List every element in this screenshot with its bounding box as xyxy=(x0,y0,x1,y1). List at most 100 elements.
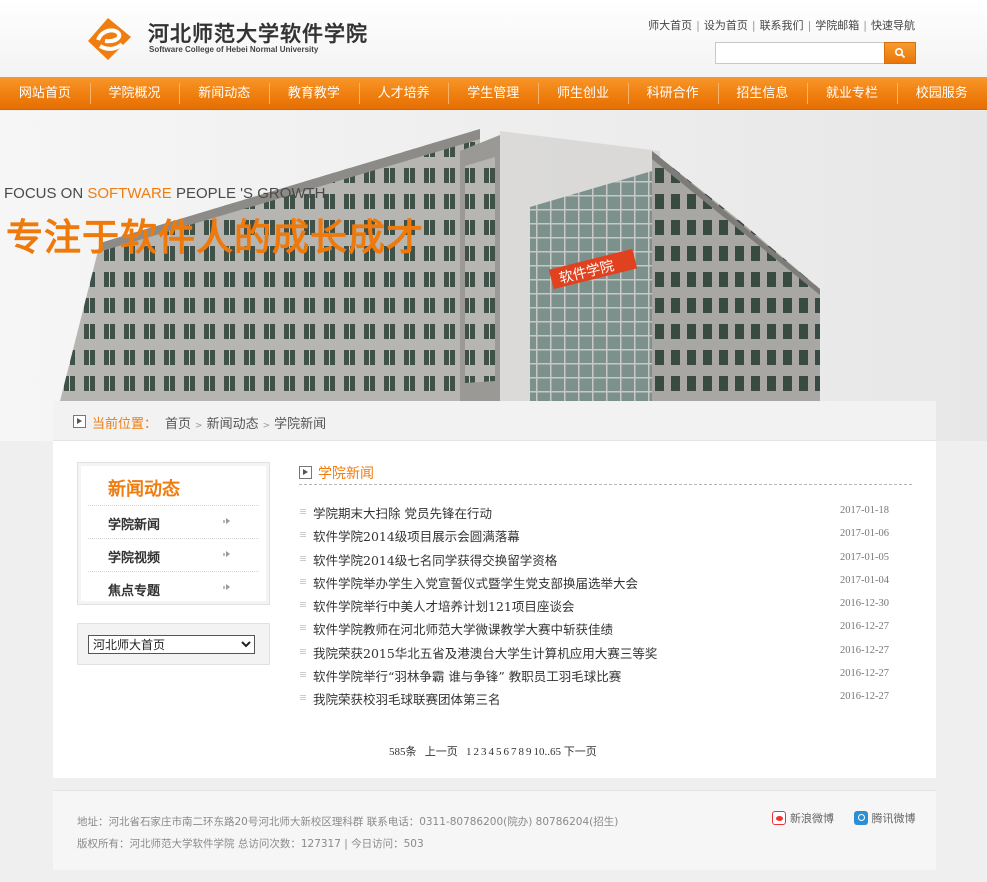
pagination-next[interactable]: 下一页 xyxy=(564,746,597,758)
news-item[interactable]: 软件学院举行中美人才培养计划121项目座谈会 2016-12-30 xyxy=(299,594,912,617)
search-box xyxy=(715,42,885,64)
news-item-title[interactable]: 我院荣获校羽毛球联赛团体第三名 xyxy=(313,689,501,708)
link-select-box: 河北师大首页 xyxy=(77,623,270,665)
nav-item-home[interactable]: 网站首页 xyxy=(0,77,90,110)
site-logo[interactable]: 河北师范大学软件学院 Software College of Hebei Nor… xyxy=(86,12,367,64)
sidebar-menu: 新闻动态 学院新闻 学院视频 焦点专题 xyxy=(77,462,270,605)
nav-item-startup[interactable]: 师生创业 xyxy=(538,77,628,110)
news-item[interactable]: 软件学院2014级项目展示会圆满落幕 2017-01-06 xyxy=(299,524,912,547)
sidebar-item-focus-topics[interactable]: 焦点专题 xyxy=(88,571,259,603)
news-item-title[interactable]: 软件学院举行中美人才培养计划121项目座谈会 xyxy=(313,596,574,615)
pagination-page[interactable]: 3 xyxy=(481,746,487,758)
top-link-school-home[interactable]: 师大首页 xyxy=(648,19,692,32)
news-item-title[interactable]: 学院期末大扫除 党员先锋在行动 xyxy=(313,503,492,522)
main-nav: 网站首页 学院概况 新闻动态 教育教学 人才培养 学生管理 师生创业 科研合作 … xyxy=(0,77,987,110)
breadcrumb-home[interactable]: 首页 xyxy=(165,417,191,432)
news-item-date: 2016-12-27 xyxy=(840,691,889,703)
breadcrumb-separator-icon: > xyxy=(195,421,203,431)
breadcrumb-news[interactable]: 新闻动态 xyxy=(207,417,259,432)
pagination-page[interactable]: 8 xyxy=(519,746,525,758)
chevron-right-icon xyxy=(223,551,233,558)
pagination-page[interactable]: 4 xyxy=(489,746,495,758)
hero-banner: 软件学院 FOCUS ON SOFTWARE PEOPLE 'S GROWTH … xyxy=(0,111,987,441)
news-item[interactable]: 学院期末大扫除 党员先锋在行动 2017-01-18 xyxy=(299,501,912,524)
bullet-icon xyxy=(300,695,306,701)
breadcrumb-separator-icon: > xyxy=(262,421,271,431)
news-item[interactable]: 软件学院举行“羽林争霸 谁与争锋” 教职员工羽毛球比赛 2016-12-27 xyxy=(299,664,912,687)
pagination-prev[interactable]: 上一页 xyxy=(425,746,458,758)
news-item-date: 2017-01-06 xyxy=(840,528,889,540)
news-item-title[interactable]: 软件学院2014级七名同学获得交换留学资格 xyxy=(313,550,557,569)
news-item-date: 2017-01-05 xyxy=(840,551,889,563)
pagination-page[interactable]: 1 xyxy=(466,746,472,758)
breadcrumb-label: 当前位置： xyxy=(92,417,158,432)
nav-item-students[interactable]: 学生管理 xyxy=(448,77,538,110)
chevron-right-icon xyxy=(223,518,233,525)
pagination-page[interactable]: 10 xyxy=(534,746,545,758)
bullet-icon xyxy=(300,648,306,654)
pagination-page[interactable]: 5 xyxy=(496,746,502,758)
sidebar-item-label: 学院新闻 xyxy=(108,518,161,533)
nav-item-training[interactable]: 人才培养 xyxy=(358,77,449,110)
news-item-title[interactable]: 软件学院举行“羽林争霸 谁与争锋” 教职员工羽毛球比赛 xyxy=(313,666,621,685)
nav-item-news[interactable]: 新闻动态 xyxy=(179,77,269,110)
logo-icon xyxy=(88,18,131,60)
news-item[interactable]: 软件学院举办学生入党宣誓仪式暨学生党支部换届选举大会 2017-01-04 xyxy=(299,571,912,594)
footer-social-links: 新浪微博 腾讯微博 xyxy=(772,810,932,826)
news-item[interactable]: 我院荣获校羽毛球联赛团体第三名 2016-12-27 xyxy=(299,687,912,710)
nav-item-admissions[interactable]: 招生信息 xyxy=(717,77,808,110)
news-item-title[interactable]: 我院荣获2015华北五省及港澳台大学生计算机应用大赛三等奖 xyxy=(313,643,657,662)
news-item[interactable]: 软件学院教师在河北师范大学微课教学大赛中斩获佳绩 2016-12-27 xyxy=(299,617,912,640)
search-icon xyxy=(894,47,906,59)
nav-item-teaching[interactable]: 教育教学 xyxy=(269,77,359,110)
site-footer: 地址：河北省石家庄市南二环东路20号河北师大新校区理科群 联系电话：0311-8… xyxy=(53,790,936,870)
nav-item-overview[interactable]: 学院概况 xyxy=(89,77,180,110)
footer-copyright: 版权所有：河北师范大学软件学院 总访问次数：127317 | 今日访问：503 xyxy=(77,838,424,850)
nav-item-employment[interactable]: 就业专栏 xyxy=(807,77,897,110)
nav-item-research[interactable]: 科研合作 xyxy=(627,77,718,110)
news-item-date: 2016-12-30 xyxy=(840,598,889,610)
top-link-mail[interactable]: 学院邮箱 xyxy=(815,19,859,32)
news-item-date: 2016-12-27 xyxy=(840,644,889,656)
pagination-last-page[interactable]: 65 xyxy=(550,746,561,758)
site-header: 河北师范大学软件学院 Software College of Hebei Nor… xyxy=(0,0,987,77)
search-input[interactable] xyxy=(716,43,884,63)
news-item-title[interactable]: 软件学院2014级项目展示会圆满落幕 xyxy=(313,526,520,545)
bullet-icon xyxy=(300,555,306,561)
news-item[interactable]: 软件学院2014级七名同学获得交换留学资格 2017-01-05 xyxy=(299,548,912,571)
chevron-right-icon xyxy=(223,584,233,591)
quick-link-select[interactable]: 河北师大首页 xyxy=(88,635,255,654)
news-item-date: 2016-12-27 xyxy=(840,621,889,633)
news-header: 学院新闻 xyxy=(299,463,912,485)
news-item-title[interactable]: 软件学院举办学生入党宣誓仪式暨学生党支部换届选举大会 xyxy=(313,573,638,592)
news-item-date: 2017-01-04 xyxy=(840,574,889,586)
pagination-page[interactable]: 6 xyxy=(504,746,510,758)
news-item-title[interactable]: 软件学院教师在河北师范大学微课教学大赛中斩获佳绩 xyxy=(313,619,613,638)
search-button[interactable] xyxy=(884,42,916,64)
sidebar-item-college-video[interactable]: 学院视频 xyxy=(88,538,259,570)
top-links: 师大首页 | 设为首页 | 联系我们 | 学院邮箱 | 快速导航 xyxy=(648,19,915,32)
pagination-page[interactable]: 9 xyxy=(526,746,532,758)
sina-weibo-label: 新浪微博 xyxy=(790,812,834,825)
top-link-set-homepage[interactable]: 设为首页 xyxy=(704,19,748,32)
logo-chinese-name: 河北师范大学软件学院 xyxy=(148,21,368,46)
top-link-contact[interactable]: 联系我们 xyxy=(760,19,804,32)
bullet-icon xyxy=(300,532,306,538)
sidebar-item-college-news[interactable]: 学院新闻 xyxy=(88,505,259,537)
sina-weibo-link[interactable]: 新浪微博 xyxy=(772,810,834,826)
news-item[interactable]: 我院荣获2015华北五省及港澳台大学生计算机应用大赛三等奖 2016-12-27 xyxy=(299,641,912,664)
pagination-page[interactable]: 7 xyxy=(511,746,517,758)
nav-item-campus-services[interactable]: 校园服务 xyxy=(896,77,987,110)
news-item-date: 2017-01-18 xyxy=(840,505,889,516)
pagination-total: 585条 xyxy=(389,746,417,758)
bullet-icon xyxy=(300,578,306,584)
breadcrumb-college-news[interactable]: 学院新闻 xyxy=(274,417,326,432)
tencent-weibo-link[interactable]: 腾讯微博 xyxy=(853,810,916,826)
sidebar-title: 新闻动态 xyxy=(108,479,180,500)
pagination-page[interactable]: 2 xyxy=(474,746,480,758)
pagination: 585条 上一页 1 2 3 4 5 6 7 8 9 10..65 下一页 xyxy=(389,743,597,759)
play-arrow-icon xyxy=(299,466,312,479)
sidebar-item-label: 学院视频 xyxy=(108,551,161,566)
banner-slogan-cn: 专注于软件人的成长成才 xyxy=(6,215,424,259)
top-link-quick-nav[interactable]: 快速导航 xyxy=(871,19,915,32)
